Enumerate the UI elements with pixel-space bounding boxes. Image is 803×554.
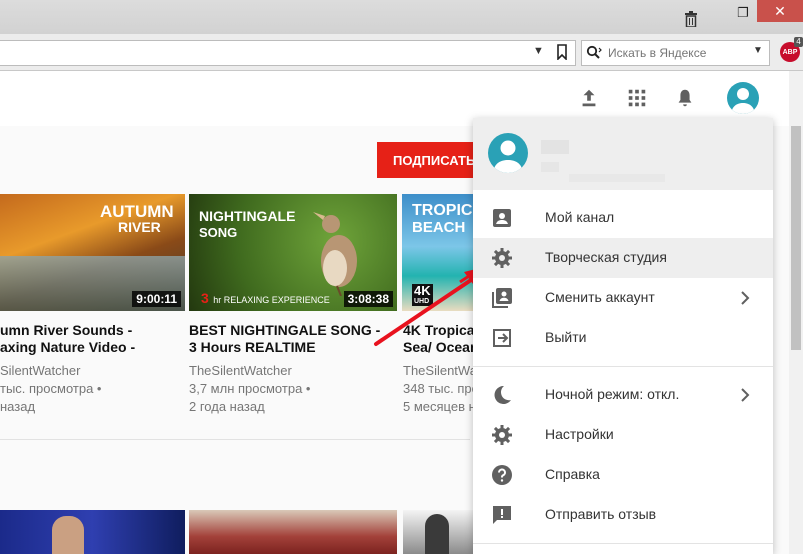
menu-item-label: Отправить отзыв (545, 506, 657, 522)
avatar-person-icon (731, 88, 755, 114)
subscribe-button[interactable]: ПОДПИСАТЬ (377, 142, 487, 178)
gear-icon (492, 425, 512, 445)
menu-item-label: Мой канал (545, 209, 615, 225)
menu-item-label: Настройки (545, 426, 614, 442)
video-title-line: umn River Sounds - (0, 322, 133, 338)
account-info-blurred (541, 162, 559, 172)
chevron-right-icon (741, 388, 750, 402)
apps-grid-icon[interactable] (626, 87, 648, 109)
menu-item-my-channel[interactable]: Мой канал (473, 198, 773, 238)
video-thumbnail[interactable] (0, 510, 185, 554)
menu-item-label: Ночной режим: откл. (545, 386, 680, 402)
address-bar[interactable]: ▼ (0, 40, 576, 66)
video-title[interactable]: BEST NIGHTINGALE SONG - 3 Hours REALTIME (189, 322, 380, 356)
restore-window-button[interactable]: ❐ (732, 2, 754, 24)
thumbnail-caption: BEACH (412, 219, 466, 236)
video-meta: TheSilentWatcher 3,7 млн просмотра • 2 г… (189, 362, 310, 416)
thumbnail-caption: SONG (199, 225, 238, 240)
video-duration: 9:00:11 (132, 291, 181, 307)
account-name-blurred (541, 140, 569, 154)
menu-item-label: Сменить аккаунт (545, 289, 655, 305)
menu-item-creator-studio[interactable]: Творческая студия (473, 238, 773, 278)
video-title-line: BEST NIGHTINGALE SONG - (189, 322, 381, 338)
view-count: 3,7 млн просмотра • (189, 381, 311, 396)
thumbnail-subcaption-number: 3 (201, 290, 209, 306)
person-face-image (52, 516, 84, 554)
menu-item-label: Выйти (545, 329, 587, 345)
video-meta: TheSilentWat 348 тыс. про 5 месяцев на (403, 362, 483, 416)
scrollbar-thumb[interactable] (791, 126, 801, 350)
video-thumbnail[interactable] (403, 510, 473, 554)
menu-item-sign-out[interactable]: Выйти (473, 318, 773, 358)
upload-icon[interactable] (578, 87, 600, 109)
gear-icon (492, 248, 512, 268)
thumbnail-caption: RIVER (118, 219, 161, 235)
notifications-bell-icon[interactable] (674, 87, 696, 109)
menu-divider (473, 543, 773, 544)
search-dropdown-icon[interactable]: ▼ (753, 45, 763, 56)
account-email-blurred (569, 174, 665, 182)
channel-name[interactable]: TheSilentWat (403, 362, 483, 380)
adblock-count-badge: 4 (794, 37, 803, 47)
menu-item-help[interactable]: Справка (473, 455, 773, 495)
trash-icon[interactable] (680, 8, 702, 30)
address-dropdown-icon[interactable]: ▼ (533, 45, 544, 57)
upload-age: назад (0, 399, 36, 414)
bookmark-icon[interactable] (555, 44, 569, 60)
help-icon (492, 465, 512, 485)
account-menu-header (473, 118, 773, 190)
search-box[interactable]: ▼ (581, 40, 770, 66)
video-title-line: 3 Hours REALTIME (189, 339, 316, 355)
avatar-person-icon (493, 140, 523, 173)
thumbnail-subcaption: 3 hr RELAXING EXPERIENCE (201, 290, 330, 308)
video-thumbnail[interactable] (189, 510, 397, 554)
video-thumbnail[interactable]: NIGHTINGALE SONG 3 hr RELAXING EXPERIENC… (189, 194, 397, 311)
upload-age: 2 года назад (189, 399, 265, 414)
menu-item-label: Творческая студия (545, 249, 667, 265)
menu-item-dark-mode[interactable]: Ночной режим: откл. (473, 375, 773, 415)
video-thumbnail[interactable]: AUTUMN RIVER 9:00:11 (0, 194, 185, 311)
upload-age: 5 месяцев на (403, 399, 484, 414)
view-count: 348 тыс. про (403, 381, 479, 396)
sign-out-icon (493, 329, 511, 347)
menu-divider (473, 366, 773, 367)
switch-account-icon (492, 288, 512, 308)
nightingale-bird-image (313, 212, 357, 296)
chevron-right-icon (741, 291, 750, 305)
menu-item-label: Справка (545, 466, 600, 482)
search-input[interactable] (606, 44, 750, 62)
thumbnail-caption: NIGHTINGALE (199, 208, 296, 224)
account-avatar-button[interactable] (727, 82, 759, 114)
menu-item-switch-account[interactable]: Сменить аккаунт (473, 278, 773, 318)
menu-avatar (488, 133, 528, 173)
section-divider (0, 439, 470, 440)
close-window-button[interactable]: ✕ (757, 0, 803, 22)
thumbnail-caption: TROPIC (412, 202, 473, 219)
account-box-icon (493, 209, 511, 227)
window-titlebar: ❐ ✕ (0, 0, 803, 34)
feedback-icon (493, 506, 511, 524)
video-title-line: axing Nature Video - (0, 339, 136, 355)
channel-name[interactable]: TheSilentWatcher (189, 362, 310, 380)
video-meta: SilentWatcher тыс. просмотра • назад (0, 362, 101, 416)
channel-name[interactable]: SilentWatcher (0, 362, 101, 380)
account-menu: Мой канал Творческая студия Сменить акка… (473, 118, 773, 554)
thumbnail-subcaption-text: hr RELAXING EXPERIENCE (213, 295, 330, 305)
browser-toolbar: ▼ ▼ ABP 4 (0, 34, 803, 71)
view-count: тыс. просмотра • (0, 381, 102, 396)
moon-icon (494, 385, 511, 404)
menu-item-settings[interactable]: Настройки (473, 415, 773, 455)
video-title[interactable]: umn River Sounds - axing Nature Video - (0, 322, 135, 356)
menu-item-send-feedback[interactable]: Отправить отзыв (473, 495, 773, 535)
person-silhouette-image (425, 514, 449, 554)
search-icon (586, 45, 602, 59)
